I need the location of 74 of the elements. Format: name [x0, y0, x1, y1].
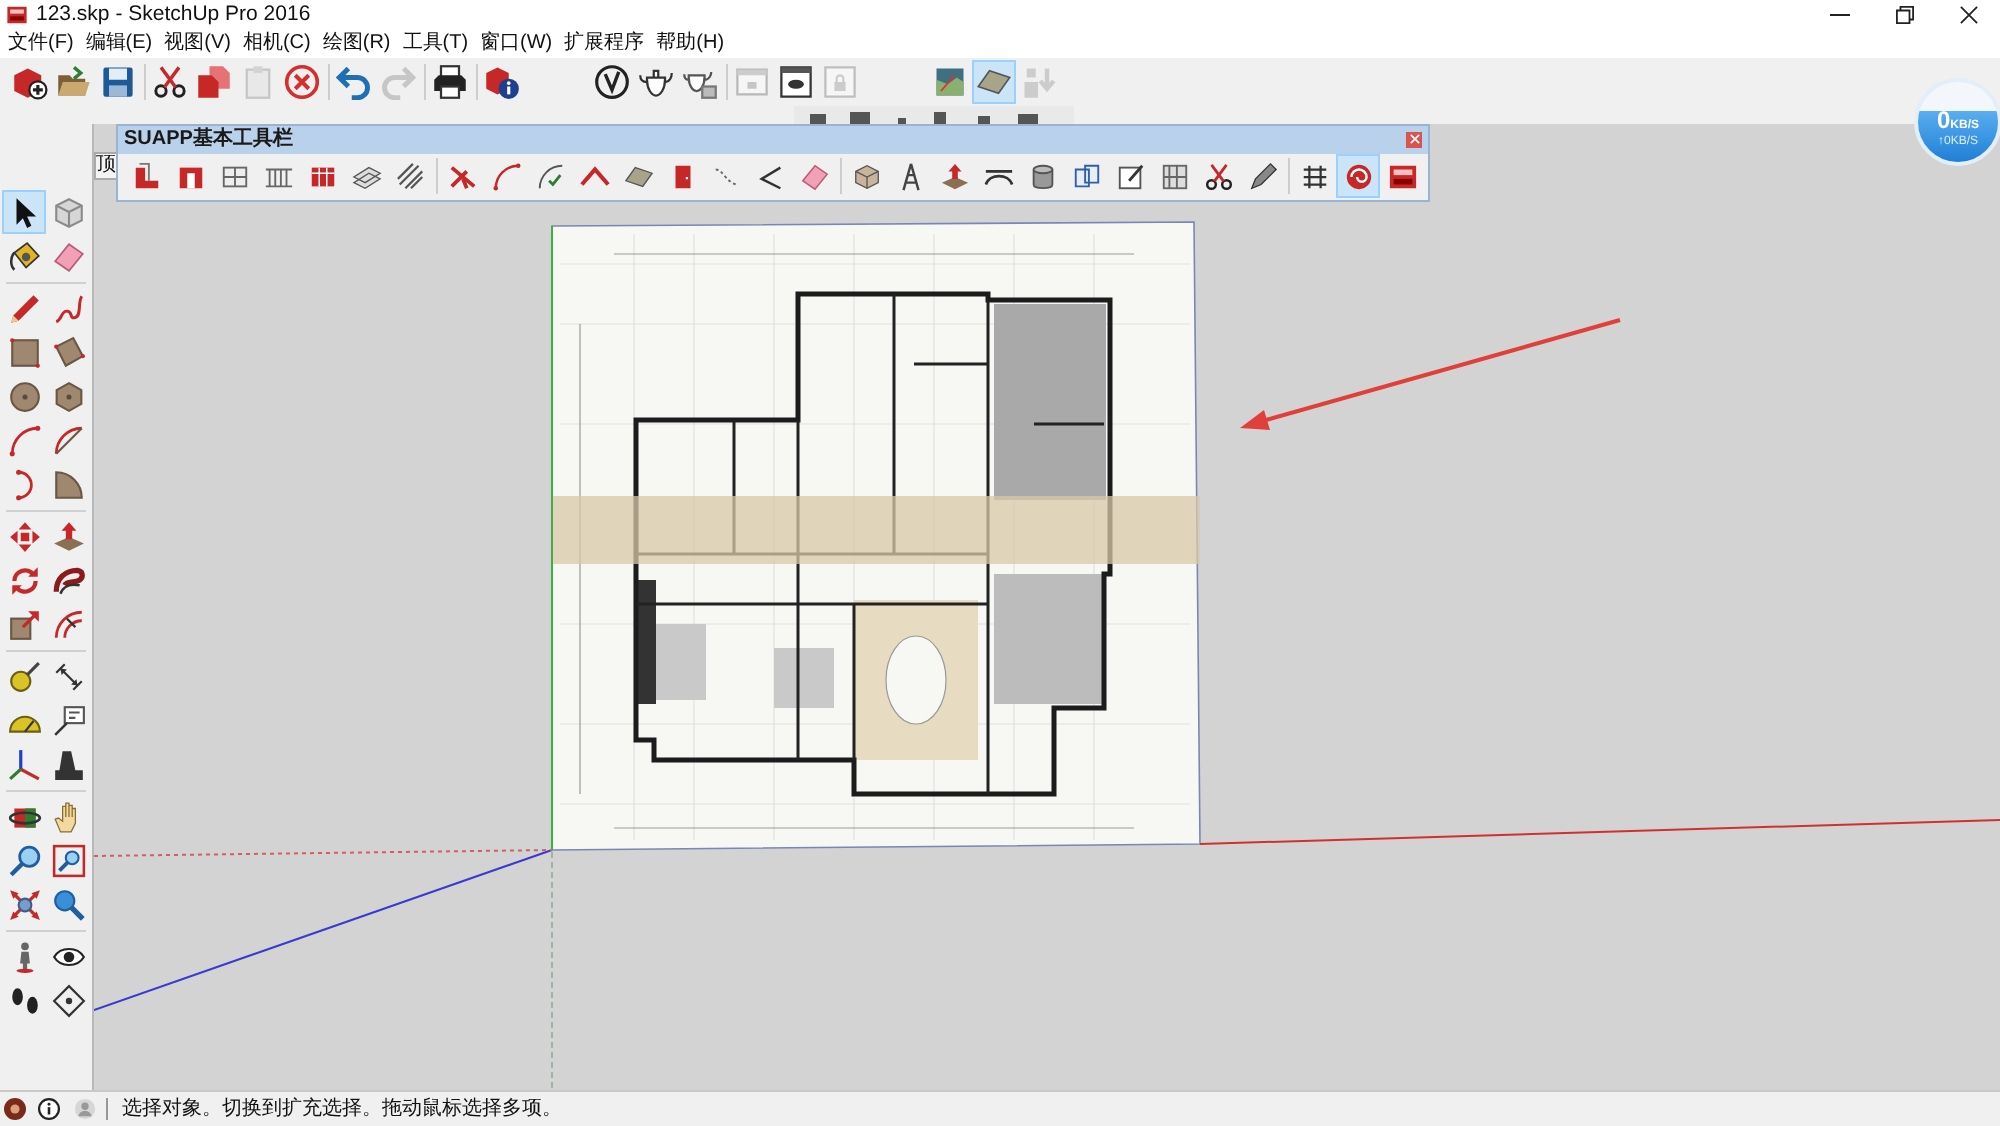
push-pull-icon	[939, 161, 969, 192]
text-label-icon	[51, 703, 85, 737]
menu-item[interactable]: 绘图(R)	[316, 34, 397, 54]
parallelogram-icon	[623, 161, 653, 192]
pen-icon	[1247, 161, 1277, 192]
pie-icon	[51, 467, 85, 501]
menu-item[interactable]: 扩展程序	[558, 34, 651, 54]
menu-item[interactable]: 窗口(W)	[474, 34, 559, 54]
grid-icon	[1299, 161, 1329, 192]
download-speed: 0	[1936, 108, 1951, 132]
scale-icon	[7, 607, 41, 641]
eraser-icon	[799, 161, 829, 192]
zoom-icon	[7, 843, 41, 877]
bookshelf-icon	[1159, 161, 1189, 192]
menu-item[interactable]: 文件(F)	[2, 34, 80, 54]
diamond-icon	[51, 983, 85, 1017]
hatched-lines-icon	[395, 161, 425, 192]
angle-icon	[755, 161, 785, 192]
close-icon	[1959, 6, 1977, 24]
paint-bucket-icon	[7, 239, 41, 273]
close-icon	[1409, 134, 1419, 145]
spiral-icon	[1343, 161, 1373, 192]
swirl-icon	[51, 563, 85, 597]
stacked-frames-icon	[1071, 161, 1101, 192]
location-icon	[4, 1098, 26, 1120]
window-title: 123.skp - SketchUp Pro 2016	[36, 4, 311, 26]
tape-measure-icon	[7, 659, 41, 693]
user-icon	[74, 1098, 96, 1120]
scene-tab[interactable]: 顶	[94, 152, 118, 180]
status-message: 选择对象。切换到扩充选择。拖动鼠标选择多项。	[122, 1099, 562, 1119]
arc-icon	[51, 423, 85, 457]
app-logo-icon	[6, 4, 28, 26]
3d-shape-icon	[51, 747, 85, 781]
rectangle-icon	[7, 335, 41, 369]
eraser-icon	[51, 239, 85, 273]
zoom-window-icon	[51, 843, 85, 877]
footprints-icon	[7, 983, 41, 1017]
tool-button[interactable]	[2, 190, 46, 234]
arc-check-icon	[535, 161, 565, 192]
edit-window-icon	[1115, 161, 1145, 192]
menu-item[interactable]: 编辑(E)	[79, 34, 159, 54]
arc-icon	[7, 423, 41, 457]
polygon-icon	[51, 379, 85, 413]
freehand-curve-icon	[51, 291, 85, 325]
restore-icon	[1895, 6, 1913, 24]
menu-item[interactable]: 工具(T)	[396, 34, 475, 54]
move-arrows-icon	[7, 519, 41, 553]
arc-icon	[491, 161, 521, 192]
logo-icon	[1387, 161, 1417, 192]
roof-icon	[579, 161, 609, 192]
zoom-extents-icon	[7, 887, 41, 921]
offset-icon	[51, 607, 85, 641]
menu-item[interactable]: 视图(V)	[158, 34, 237, 54]
stacked-plates-icon	[351, 161, 381, 192]
cross-lines-icon	[447, 161, 477, 192]
cylinder-icon	[1027, 161, 1057, 192]
minimize-icon	[1830, 14, 1850, 16]
axes-icon	[7, 747, 41, 781]
bent-wall-icon	[131, 161, 161, 192]
scissors-icon	[1203, 161, 1233, 192]
box-icon	[851, 161, 881, 192]
toolbar-title: SUAPP基本工具栏	[124, 129, 293, 150]
cube-icon	[51, 195, 85, 229]
close-button[interactable]	[1406, 131, 1422, 148]
circle-icon	[7, 379, 41, 413]
rotate-arrows-icon	[7, 563, 41, 597]
pencil-icon	[7, 291, 41, 325]
menu-item[interactable]: 相机(C)	[236, 34, 317, 54]
menu-item[interactable]: 帮助(H)	[650, 34, 731, 54]
push-pull-icon	[51, 519, 85, 553]
zoom-previous-icon	[51, 887, 85, 921]
dimension-icon	[51, 659, 85, 693]
info-icon	[38, 1098, 60, 1120]
window-frame-icon	[219, 161, 249, 192]
